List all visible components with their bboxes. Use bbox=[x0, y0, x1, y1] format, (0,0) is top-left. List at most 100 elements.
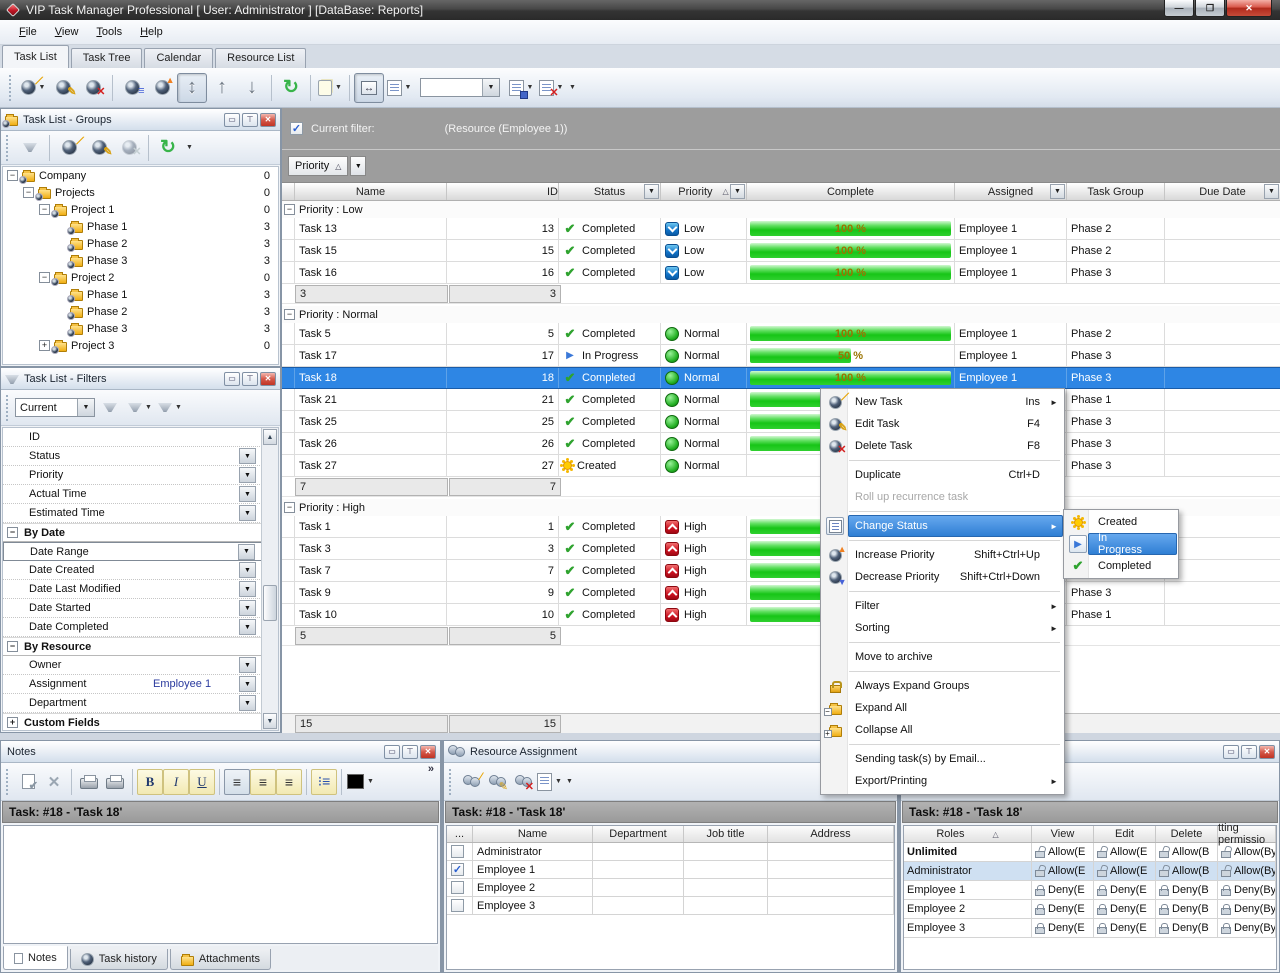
filter-dropdown-button[interactable]: ▼ bbox=[239, 695, 256, 711]
italic-button[interactable]: I bbox=[163, 769, 189, 795]
resource-column-address[interactable]: Address bbox=[768, 826, 894, 842]
task-row-task-17[interactable]: Task 1717▶In ProgressNormal50 %Employee … bbox=[282, 345, 1280, 367]
apply-filter-button[interactable] bbox=[95, 393, 125, 423]
resource-column-name[interactable]: Name bbox=[473, 826, 593, 842]
panel-minimize-button[interactable]: ▭ bbox=[384, 745, 400, 759]
filter-group-by-date[interactable]: −By Date bbox=[3, 523, 278, 542]
scroll-up-button[interactable]: ▲ bbox=[263, 429, 277, 445]
menu-item-filter[interactable]: Filter► bbox=[821, 595, 1064, 617]
filter-dropdown-button[interactable]: ▼ bbox=[239, 505, 256, 521]
new-group-button[interactable]: ⁄ bbox=[54, 133, 84, 163]
notes-tab-attachments[interactable]: Attachments bbox=[170, 949, 271, 970]
scroll-down-button[interactable]: ▼ bbox=[263, 713, 277, 729]
filter-row-date-range[interactable]: Date Range▼ bbox=[3, 542, 278, 561]
group-by-dropdown-button[interactable]: ▼ bbox=[350, 156, 366, 176]
filter-row-date-started[interactable]: Date Started▼ bbox=[3, 599, 278, 618]
filter-row-actual-time[interactable]: Actual Time▼ bbox=[3, 485, 278, 504]
menu-item-increase-priority[interactable]: ▲Increase PriorityShift+Ctrl+Up bbox=[821, 544, 1064, 566]
group-header-priority-low[interactable]: −Priority : Low bbox=[282, 201, 1280, 218]
permission-row-employee-3[interactable]: Employee 3Deny(EDeny(EDeny(BDeny(By bbox=[904, 919, 1276, 938]
move-up-button[interactable]: ↑ bbox=[207, 73, 237, 103]
task-row-task-27[interactable]: Task 2727CreatedNormalEmployee 1Phase 3 bbox=[282, 455, 1280, 477]
panel-pin-button[interactable]: ⊤ bbox=[242, 372, 258, 386]
align-right-button[interactable]: ≡ bbox=[276, 769, 302, 795]
bullet-list-button[interactable]: ⁝≡ bbox=[311, 769, 337, 795]
close-button[interactable]: ✕ bbox=[1226, 0, 1272, 17]
filter-row-department[interactable]: Department▼ bbox=[3, 694, 278, 713]
notes-tab-task-history[interactable]: Task history bbox=[70, 949, 168, 970]
filter-row-assignment[interactable]: AssignmentEmployee 1▼ bbox=[3, 675, 278, 694]
tree-node-phase-2[interactable]: Phase 23 bbox=[3, 235, 278, 252]
menu-item-sending-task-s-by-email[interactable]: Sending task(s) by Email... bbox=[821, 748, 1064, 770]
horizontal-splitter[interactable] bbox=[0, 733, 1280, 740]
font-color-button[interactable]: ▼ bbox=[346, 769, 375, 795]
filter-dropdown-button[interactable]: ▼ bbox=[239, 676, 256, 692]
menu-item-sorting[interactable]: Sorting► bbox=[821, 617, 1064, 639]
new-task-button[interactable]: ⁄▼ bbox=[18, 73, 48, 103]
filter-dropdown-button[interactable]: ▼ bbox=[239, 657, 256, 673]
resource-row-administrator[interactable]: Administrator bbox=[447, 843, 894, 861]
menu-item-roll-up-recurrence-task[interactable]: Roll up recurrence task bbox=[821, 486, 1064, 508]
collapse-icon[interactable]: − bbox=[23, 187, 34, 198]
panel-minimize-button[interactable]: ▭ bbox=[1223, 745, 1239, 759]
tab-resource-list[interactable]: Resource List bbox=[215, 48, 306, 68]
expand-icon[interactable]: + bbox=[39, 340, 50, 351]
toolbar-overflow[interactable]: » bbox=[428, 763, 434, 775]
filter-dropdown-button[interactable]: ▼ bbox=[239, 562, 256, 578]
task-row-task-10[interactable]: Task 1010✔CompletedHigh100 %Employee 1Ph… bbox=[282, 604, 1280, 626]
tree-node-projects[interactable]: −Projects0 bbox=[3, 184, 278, 201]
menu-item-delete-task[interactable]: ✕Delete TaskF8 bbox=[821, 435, 1064, 457]
filter-dropdown-button[interactable]: ▼ bbox=[239, 619, 256, 635]
filter-row-status[interactable]: Status▼ bbox=[3, 447, 278, 466]
task-row-task-15[interactable]: Task 1515✔CompletedLow100 %Employee 1Pha… bbox=[282, 240, 1280, 262]
resource-column-department[interactable]: Department bbox=[593, 826, 684, 842]
menu-help[interactable]: Help bbox=[131, 22, 172, 42]
post-note-button[interactable]: ✔ bbox=[15, 769, 41, 795]
print-preview-button[interactable] bbox=[76, 769, 102, 795]
filter-dropdown-button[interactable]: ▼ bbox=[238, 544, 255, 560]
filters-scrollbar[interactable]: ▲ ▼ bbox=[261, 428, 278, 730]
expand-icon[interactable]: + bbox=[7, 717, 18, 728]
permission-row-administrator[interactable]: AdministratorAllow(EAllow(EAllow(BAllow(… bbox=[904, 862, 1276, 881]
panel-minimize-button[interactable]: ▭ bbox=[224, 372, 240, 386]
refresh-groups-button[interactable]: ↻ bbox=[153, 133, 183, 163]
permission-row-employee-1[interactable]: Employee 1Deny(EDeny(EDeny(BDeny(By bbox=[904, 881, 1276, 900]
menu-item-change-status[interactable]: Change Status► bbox=[821, 515, 1064, 537]
assign-resource-button[interactable]: ⁄ bbox=[458, 769, 484, 795]
column-header-name[interactable]: Name bbox=[295, 183, 447, 200]
filter-group-by-resource[interactable]: −By Resource bbox=[3, 637, 278, 656]
collapse-icon[interactable]: − bbox=[284, 204, 295, 215]
column-filter-button[interactable]: ▼ bbox=[1264, 184, 1279, 199]
collapse-icon[interactable]: − bbox=[7, 170, 18, 181]
menu-item-created[interactable]: Created bbox=[1064, 511, 1178, 533]
task-row-task-26[interactable]: Task 2626✔CompletedNormal100 %Employee 1… bbox=[282, 433, 1280, 455]
menu-item-new-task[interactable]: ⁄New TaskIns► bbox=[821, 391, 1064, 413]
filter-group-button[interactable] bbox=[15, 133, 45, 163]
layout-button[interactable]: ▼ bbox=[384, 73, 414, 103]
save-layout-button[interactable]: ▼ bbox=[506, 73, 536, 103]
panel-close-button[interactable]: ✕ bbox=[260, 113, 276, 127]
collapse-icon[interactable]: − bbox=[284, 309, 295, 320]
tree-node-project-3[interactable]: +Project 30 bbox=[3, 337, 278, 354]
minimize-button[interactable]: — bbox=[1164, 0, 1194, 17]
save-filter-button[interactable]: ▼ bbox=[125, 393, 155, 423]
edit-task-button[interactable]: ✎ bbox=[48, 73, 78, 103]
permission-row-employee-2[interactable]: Employee 2Deny(EDeny(EDeny(BDeny(By bbox=[904, 900, 1276, 919]
permissions-column-tting-permissio[interactable]: tting permissio bbox=[1218, 826, 1276, 842]
filter-dropdown-button[interactable]: ▼ bbox=[239, 486, 256, 502]
refresh-button[interactable]: ↻ bbox=[276, 73, 306, 103]
task-row-task-9[interactable]: Task 99✔CompletedHigh100 %Employee 1Phas… bbox=[282, 582, 1280, 604]
filter-row-estimated-time[interactable]: Estimated Time▼ bbox=[3, 504, 278, 523]
menu-view[interactable]: View bbox=[46, 22, 88, 42]
panel-pin-button[interactable]: ⊤ bbox=[242, 113, 258, 127]
filter-row-date-completed[interactable]: Date Completed▼ bbox=[3, 618, 278, 637]
menu-item-edit-task[interactable]: ✎Edit TaskF4 bbox=[821, 413, 1064, 435]
edit-group-button[interactable]: ✎ bbox=[84, 133, 114, 163]
tab-task-list[interactable]: Task List bbox=[2, 45, 69, 68]
collapse-icon[interactable]: − bbox=[7, 527, 18, 538]
permissions-column-delete[interactable]: Delete bbox=[1156, 826, 1218, 842]
menu-item-expand-all[interactable]: −Expand All bbox=[821, 697, 1064, 719]
task-row-task-5[interactable]: Task 55✔CompletedNormal100 %Employee 1Ph… bbox=[282, 323, 1280, 345]
collapse-icon[interactable]: − bbox=[39, 272, 50, 283]
notes-editor[interactable] bbox=[3, 825, 438, 944]
